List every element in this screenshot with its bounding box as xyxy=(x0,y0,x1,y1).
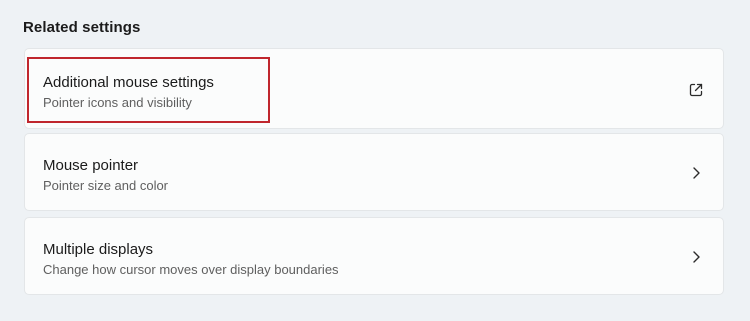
section-title: Related settings xyxy=(23,19,141,36)
chevron-right-icon xyxy=(687,248,705,266)
chevron-right-icon xyxy=(687,164,705,182)
item-title: Additional mouse settings xyxy=(43,74,214,91)
open-external-icon xyxy=(687,81,705,99)
item-subtitle: Pointer icons and visibility xyxy=(43,95,192,110)
mouse-pointer-item[interactable]: Mouse pointer Pointer size and color xyxy=(24,133,724,211)
item-title: Multiple displays xyxy=(43,241,154,258)
multiple-displays-item[interactable]: Multiple displays Change how cursor move… xyxy=(24,217,724,295)
item-title: Mouse pointer xyxy=(43,157,139,174)
item-subtitle: Change how cursor moves over display bou… xyxy=(43,262,339,277)
item-subtitle: Pointer size and color xyxy=(43,178,169,193)
additional-mouse-settings-item[interactable]: Additional mouse settings Pointer icons … xyxy=(24,48,724,129)
